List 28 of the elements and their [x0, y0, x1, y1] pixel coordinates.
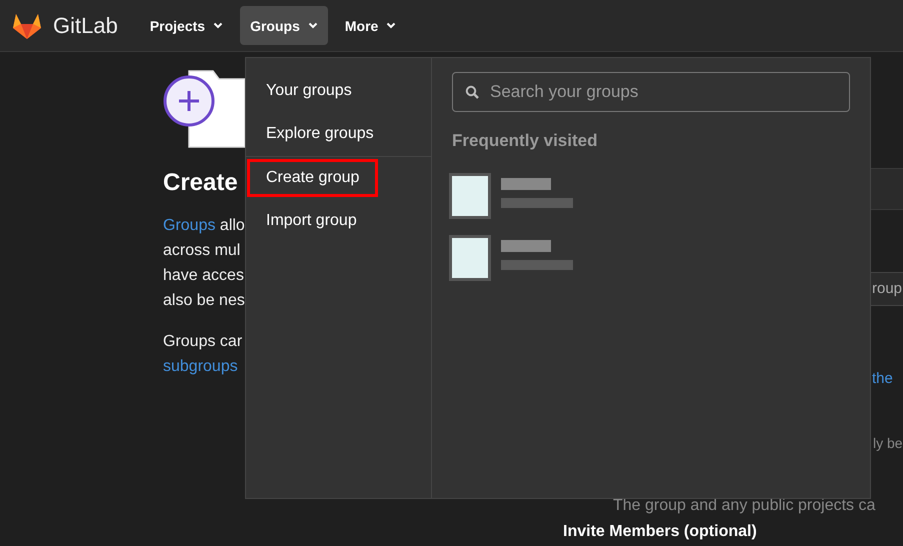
section-title: Frequently visited: [452, 131, 598, 151]
menu-item[interactable]: Explore groups: [247, 115, 393, 153]
blurred-avatar-icon[interactable]: [449, 173, 491, 219]
search-input[interactable]: Search your groups: [488, 81, 837, 103]
name-field[interactable]: roup: [870, 272, 903, 306]
nav-menu-button[interactable]: Projects: [140, 6, 234, 45]
description-text: Groups allo across mul have acces also be nes: [163, 216, 245, 311]
description-text: Groups car subgroups: [163, 332, 244, 377]
nav-menu-button[interactable]: More: [334, 6, 406, 45]
brand-name[interactable]: GitLab: [53, 12, 118, 38]
nav-menu-button[interactable]: Groups: [240, 6, 328, 45]
text-link[interactable]: subgroups: [163, 358, 238, 375]
caret-icon: [213, 22, 224, 29]
text-link[interactable]: Groups: [163, 217, 216, 234]
blurred-avatar-icon[interactable]: [449, 235, 491, 281]
menu-item[interactable]: Create group: [247, 159, 378, 197]
section-title: Invite Members (optional): [563, 523, 757, 541]
menu-item[interactable]: Your groups: [247, 72, 371, 110]
text-link[interactable]: the: [870, 370, 893, 387]
search-icon: [465, 85, 479, 99]
fox-logo-icon[interactable]: [12, 12, 42, 40]
hint-text: ly be: [872, 435, 903, 451]
menu-item[interactable]: Import group: [247, 202, 376, 240]
page-heading: Create: [163, 169, 238, 197]
caret-icon: [308, 22, 318, 29]
search-field[interactable]: Search your groups: [452, 72, 850, 112]
help-text: The group and any public projects ca: [612, 497, 876, 515]
caret-icon: [386, 22, 396, 29]
